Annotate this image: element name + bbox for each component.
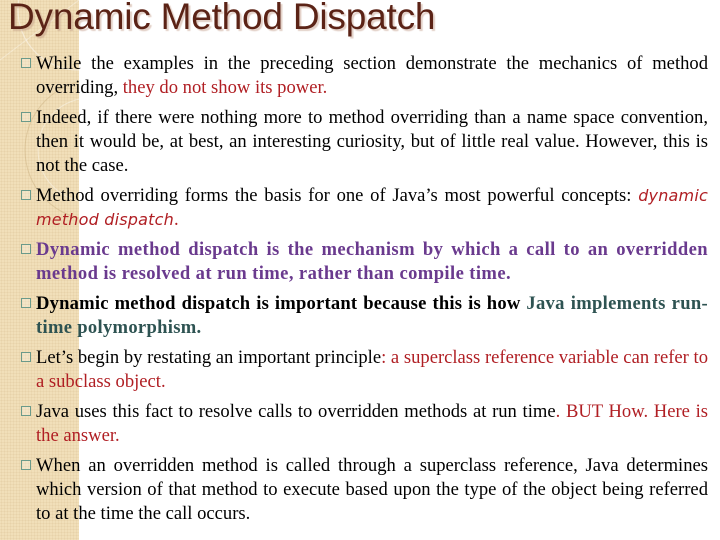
text-run-normal: Let’s begin by restating an important pr… [36, 347, 382, 368]
text-run-normal: Java uses this fact to resolve calls to … [36, 401, 556, 422]
bullet-item: Indeed, if there were nothing more to me… [21, 106, 708, 178]
bullet-list: While the examples in the preceding sect… [21, 52, 708, 532]
text-run-red: they do not show its power. [122, 77, 328, 98]
square-bullet-icon [21, 460, 31, 470]
square-bullet-icon [21, 112, 31, 122]
bullet-text: Dynamic method dispatch is important bec… [36, 292, 708, 340]
square-bullet-icon [21, 298, 31, 308]
bullet-item: When an overridden method is called thro… [21, 454, 708, 526]
square-bullet-icon [21, 406, 31, 416]
bullet-item: Let’s begin by restating an important pr… [21, 346, 708, 394]
square-bullet-icon [21, 58, 31, 68]
text-run-purple-bold: Dynamic method dispatch is the mechanism… [36, 239, 708, 284]
bullet-item: Dynamic method dispatch is the mechanism… [21, 238, 708, 286]
bullet-text: Java uses this fact to resolve calls to … [36, 400, 708, 448]
bullet-text: While the examples in the preceding sect… [36, 52, 708, 100]
bullet-text: Let’s begin by restating an important pr… [36, 346, 708, 394]
square-bullet-icon [21, 190, 31, 200]
bullet-item: Java uses this fact to resolve calls to … [21, 400, 708, 448]
square-bullet-icon [21, 244, 31, 254]
bullet-text: Method overriding forms the basis for on… [36, 184, 708, 232]
bullet-text: When an overridden method is called thro… [36, 454, 708, 526]
bullet-item: Method overriding forms the basis for on… [21, 184, 708, 232]
bullet-text: Indeed, if there were nothing more to me… [36, 106, 708, 178]
slide-title: Dynamic Method Dispatch [8, 0, 436, 37]
text-run-black-bold: Dynamic method dispatch is important bec… [36, 293, 527, 314]
text-run-red: . [173, 209, 179, 230]
bullet-text: Dynamic method dispatch is the mechanism… [36, 238, 708, 286]
square-bullet-icon [21, 352, 31, 362]
text-run-normal: Method overriding forms the basis for on… [36, 185, 639, 206]
bullet-item: Dynamic method dispatch is important bec… [21, 292, 708, 340]
text-run-normal: When an overridden method is called thro… [36, 455, 708, 524]
text-run-normal: Indeed, if there were nothing more to me… [36, 107, 708, 176]
bullet-item: While the examples in the preceding sect… [21, 52, 708, 100]
